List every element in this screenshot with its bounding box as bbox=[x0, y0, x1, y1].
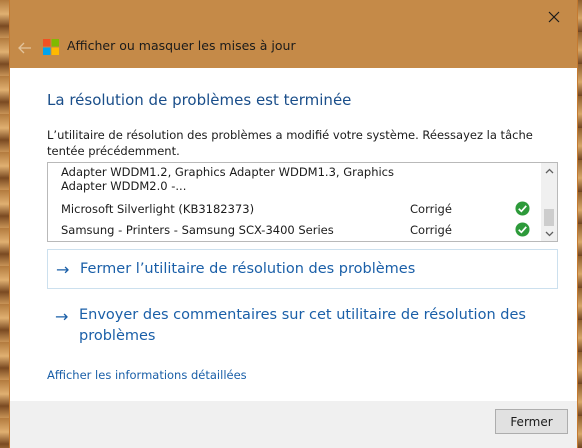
list-item-name: Microsoft Silverlight (KB3182373) bbox=[61, 202, 255, 216]
list-item-name: Adapter WDDM1.2, Graphics Adapter WDDM1.… bbox=[61, 165, 394, 179]
green-check-icon bbox=[515, 222, 530, 237]
send-feedback-label: Envoyer des commentaires sur cet utilita… bbox=[79, 307, 526, 344]
view-details-link[interactable]: Afficher les informations détaillées bbox=[47, 368, 247, 382]
green-check-icon bbox=[515, 162, 530, 163]
back-button[interactable] bbox=[15, 38, 35, 58]
scroll-thumb[interactable] bbox=[544, 209, 554, 226]
desktop-background-right bbox=[578, 0, 582, 448]
windows-logo-icon bbox=[43, 39, 59, 55]
list-item-name: Samsung - Printers - Samsung SCX-3400 Se… bbox=[61, 223, 334, 237]
close-button[interactable]: Fermer bbox=[495, 409, 568, 434]
dialog-footer: Fermer bbox=[10, 401, 577, 448]
green-check-icon bbox=[515, 201, 530, 216]
right-arrow-icon: → bbox=[56, 259, 70, 279]
window-close-button[interactable] bbox=[531, 0, 577, 34]
list-scrollbar[interactable] bbox=[541, 163, 557, 241]
send-feedback-link[interactable]: → Envoyer des commentaires sur cet utili… bbox=[47, 305, 558, 347]
desktop-background-left bbox=[0, 0, 9, 448]
troubleshooter-window: Afficher ou masquer les mises à jour La … bbox=[9, 0, 578, 448]
chevron-up-icon bbox=[545, 168, 553, 173]
close-troubleshooter-link[interactable]: → Fermer l’utilitaire de résolution des … bbox=[47, 249, 558, 289]
list-item: Adapter WDDM2.0 -... bbox=[48, 179, 542, 198]
close-icon bbox=[548, 11, 560, 23]
fixed-items-list[interactable]: Adapter WDDM1.2, Graphics Adapter WDDM1.… bbox=[47, 162, 558, 242]
scroll-up-button[interactable] bbox=[541, 163, 557, 178]
right-arrow-icon: → bbox=[55, 307, 69, 326]
chevron-down-icon bbox=[545, 231, 553, 236]
page-title: La résolution de problèmes est terminée bbox=[47, 91, 352, 109]
list-item-status: Corrigé bbox=[410, 223, 452, 237]
list-item-status: Corrigé bbox=[410, 202, 452, 216]
title-bar: Afficher ou masquer les mises à jour bbox=[10, 0, 577, 68]
list-item-name: Adapter WDDM2.0 -... bbox=[61, 179, 187, 193]
scroll-down-button[interactable] bbox=[541, 226, 557, 241]
list-item: Adapter WDDM1.2, Graphics Adapter WDDM1.… bbox=[48, 165, 542, 179]
list-item: Samsung - Printers - Samsung SCX-3400 Se… bbox=[48, 219, 542, 240]
window-title: Afficher ou masquer les mises à jour bbox=[67, 38, 296, 53]
back-arrow-icon bbox=[18, 42, 31, 54]
page-description: L’utilitaire de résolution des problèmes… bbox=[47, 128, 533, 158]
list-item: Microsoft Silverlight (KB3182373) Corrig… bbox=[48, 198, 542, 219]
close-troubleshooter-label: Fermer l’utilitaire de résolution des pr… bbox=[80, 261, 416, 277]
